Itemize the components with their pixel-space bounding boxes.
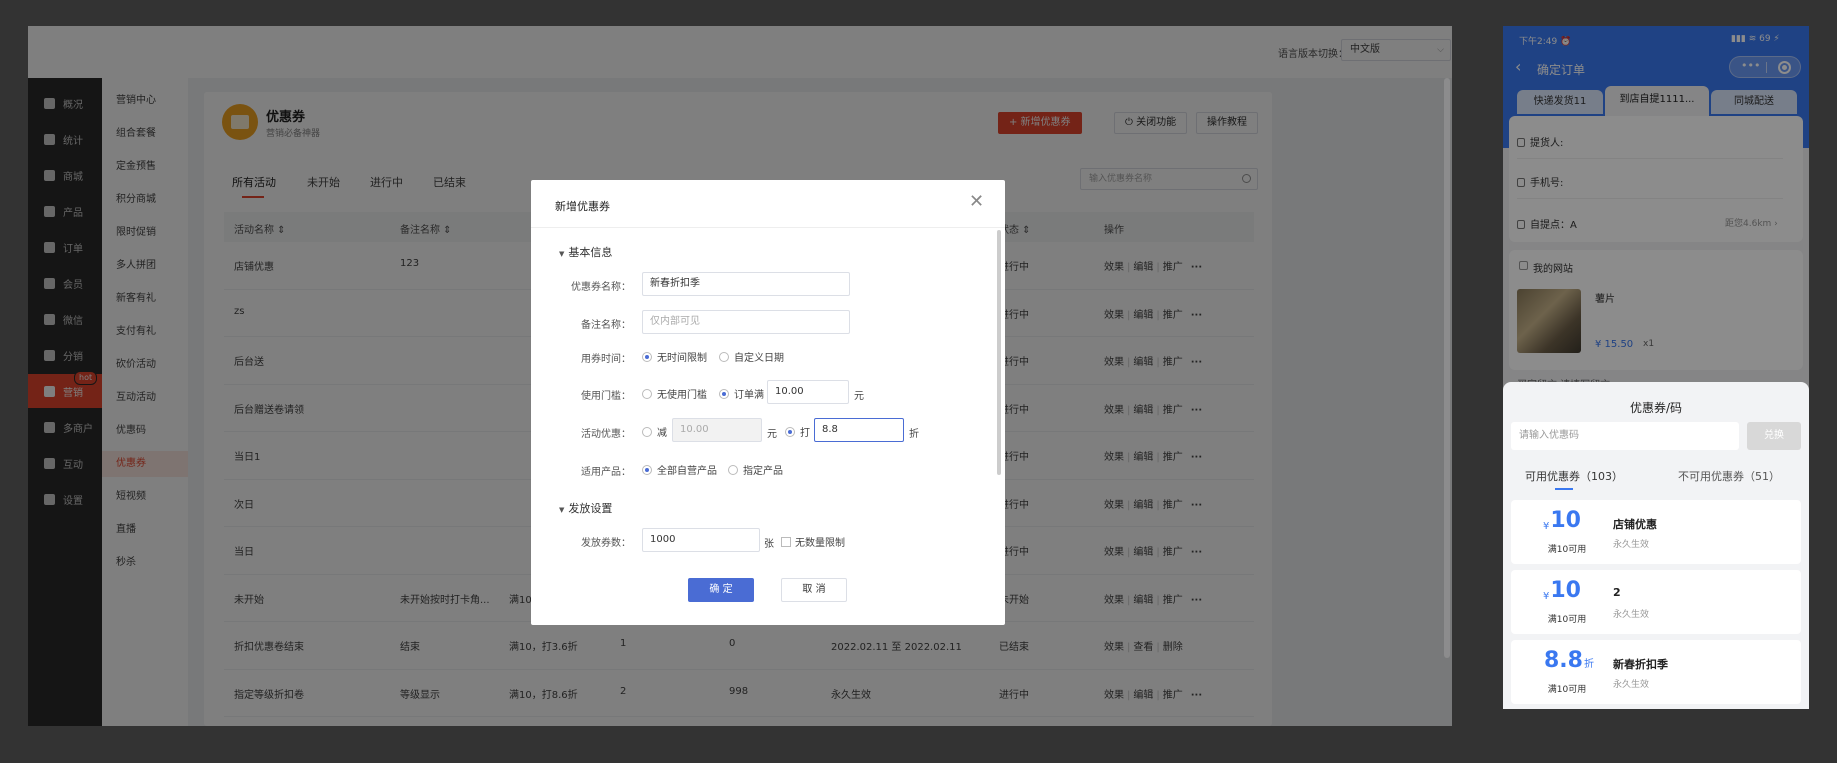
dialog-scrollbar[interactable]: [997, 230, 1001, 475]
checkbox-unchecked-icon: [781, 536, 791, 547]
radio-label: 无使用门槛: [657, 390, 707, 401]
checkbox-label: 无数量限制: [795, 538, 845, 549]
unit-zhang: 张: [764, 539, 774, 550]
currency-symbol: ¥: [1543, 521, 1550, 532]
coupon-condition: 满10可用: [1547, 615, 1587, 625]
amount-value: 10: [1550, 578, 1581, 603]
coupon-sheet: 优惠券/码 请输入优惠码 兑换 可用优惠券（103） 不可用优惠券（51） ¥1…: [1503, 382, 1809, 709]
coupon-card[interactable]: ¥10 满10可用 2 永久生效: [1511, 570, 1801, 634]
coupon-amount: ¥10: [1543, 508, 1582, 533]
coupon-code-input[interactable]: 请输入优惠码: [1511, 422, 1739, 450]
caret-down-icon: ▼: [559, 506, 565, 514]
radio-unchecked-icon: [719, 351, 729, 362]
section-label: 基本信息: [568, 246, 613, 259]
confirm-button[interactable]: 确 定: [688, 578, 754, 602]
radio-checked-icon: [642, 351, 652, 362]
coupon-name-input[interactable]: 新春折扣季: [642, 272, 850, 296]
threshold-amount-input[interactable]: 10.00: [767, 380, 849, 404]
section-basic-info[interactable]: ▼ 基本信息: [559, 244, 612, 260]
section-issue-settings[interactable]: ▼ 发放设置: [559, 500, 612, 516]
label-quantity: 发放券数：: [581, 538, 631, 549]
dialog-title: 新增优惠券: [555, 200, 610, 213]
tab-underline: [1555, 488, 1573, 490]
label-discount: 活动优惠：: [581, 429, 631, 440]
unit-yuan: 元: [767, 429, 777, 440]
radio-discount[interactable]: 打: [785, 424, 810, 439]
coupon-amount: 8.8折: [1543, 648, 1594, 673]
radio-label: 无时间限制: [657, 353, 707, 364]
radio-all-products[interactable]: 全部自营产品: [642, 462, 717, 477]
radio-label: 全部自营产品: [657, 466, 717, 477]
label-threshold: 使用门槛：: [581, 391, 631, 402]
quantity-input[interactable]: 1000: [642, 528, 760, 552]
radio-label: 打: [800, 428, 810, 439]
radio-time-custom[interactable]: 自定义日期: [719, 349, 784, 364]
radio-checked-icon: [785, 426, 795, 437]
coupon-condition: 满10可用: [1547, 545, 1587, 555]
close-icon[interactable]: ✕: [969, 192, 984, 212]
radio-specific-products[interactable]: 指定产品: [728, 462, 783, 477]
redeem-button[interactable]: 兑换: [1747, 422, 1801, 450]
amount-value: 8.8: [1544, 648, 1583, 673]
radio-unchecked-icon: [642, 426, 652, 437]
reduce-amount-input[interactable]: 10.00: [672, 418, 762, 442]
page-scrollbar[interactable]: [1444, 78, 1450, 658]
checkbox-unlimited-quantity[interactable]: 无数量限制: [781, 534, 845, 549]
coupon-card[interactable]: ¥10 满10可用 店铺优惠 永久生效: [1511, 500, 1801, 564]
radio-time-unlimited[interactable]: 无时间限制: [642, 349, 707, 364]
cancel-button[interactable]: 取 消: [781, 578, 847, 602]
radio-unchecked-icon: [728, 464, 738, 475]
discount-rate-input[interactable]: 8.8: [814, 418, 904, 442]
label-remark: 备注名称：: [581, 320, 631, 331]
unit-zhe: 折: [909, 429, 919, 440]
amount-suffix: 折: [1583, 659, 1594, 670]
dialog-divider: [531, 227, 1005, 228]
radio-checked-icon: [719, 388, 729, 399]
coupon-validity: 永久生效: [1613, 680, 1650, 690]
admin-window: 语言版本切换： 中文版 ⌵ 概况 统计 商城 产品 订单 会员 微信 分销 营销…: [28, 26, 1452, 726]
coupon-name: 新春折扣季: [1613, 658, 1668, 671]
coupon-name: 2: [1613, 586, 1621, 599]
tab-available-coupons[interactable]: 可用优惠券（103）: [1525, 468, 1623, 484]
new-coupon-dialog: 新增优惠券 ✕ ▼ 基本信息 优惠券名称： 新春折扣季 备注名称： 仅内部可见 用…: [531, 180, 1005, 625]
caret-down-icon: ▼: [559, 250, 565, 258]
section-label: 发放设置: [568, 502, 613, 515]
amount-value: 10: [1550, 508, 1581, 533]
radio-reduce[interactable]: 减: [642, 424, 667, 439]
radio-label: 自定义日期: [734, 353, 784, 364]
radio-label: 订单满: [734, 390, 764, 401]
coupon-name: 店铺优惠: [1613, 518, 1657, 531]
label-coupon-name: 优惠券名称：: [571, 282, 631, 293]
label-use-time: 用券时间：: [581, 354, 631, 365]
sheet-title: 优惠券/码: [1629, 401, 1683, 415]
label-products: 适用产品：: [581, 467, 631, 478]
unit-yuan: 元: [854, 391, 864, 402]
coupon-amount: ¥10: [1543, 578, 1582, 603]
coupon-validity: 永久生效: [1613, 610, 1650, 620]
coupon-validity: 永久生效: [1613, 540, 1650, 550]
radio-unchecked-icon: [642, 388, 652, 399]
radio-order-full[interactable]: 订单满: [719, 386, 764, 401]
currency-symbol: ¥: [1543, 591, 1550, 602]
radio-checked-icon: [642, 464, 652, 475]
radio-label: 减: [657, 428, 667, 439]
mobile-preview: 下午2:49 ⏰ ▮▮▮ ≋ 69 ⚡ ‹ 确定订单 ••• 快递发货11 到店…: [1503, 26, 1809, 709]
coupon-card[interactable]: 8.8折 满10可用 新春折扣季 永久生效: [1511, 640, 1801, 704]
coupon-condition: 满10可用: [1547, 685, 1587, 695]
remark-input[interactable]: 仅内部可见: [642, 310, 850, 334]
radio-no-threshold[interactable]: 无使用门槛: [642, 386, 707, 401]
tab-unavailable-coupons[interactable]: 不可用优惠券（51）: [1678, 468, 1780, 484]
radio-label: 指定产品: [743, 466, 783, 477]
